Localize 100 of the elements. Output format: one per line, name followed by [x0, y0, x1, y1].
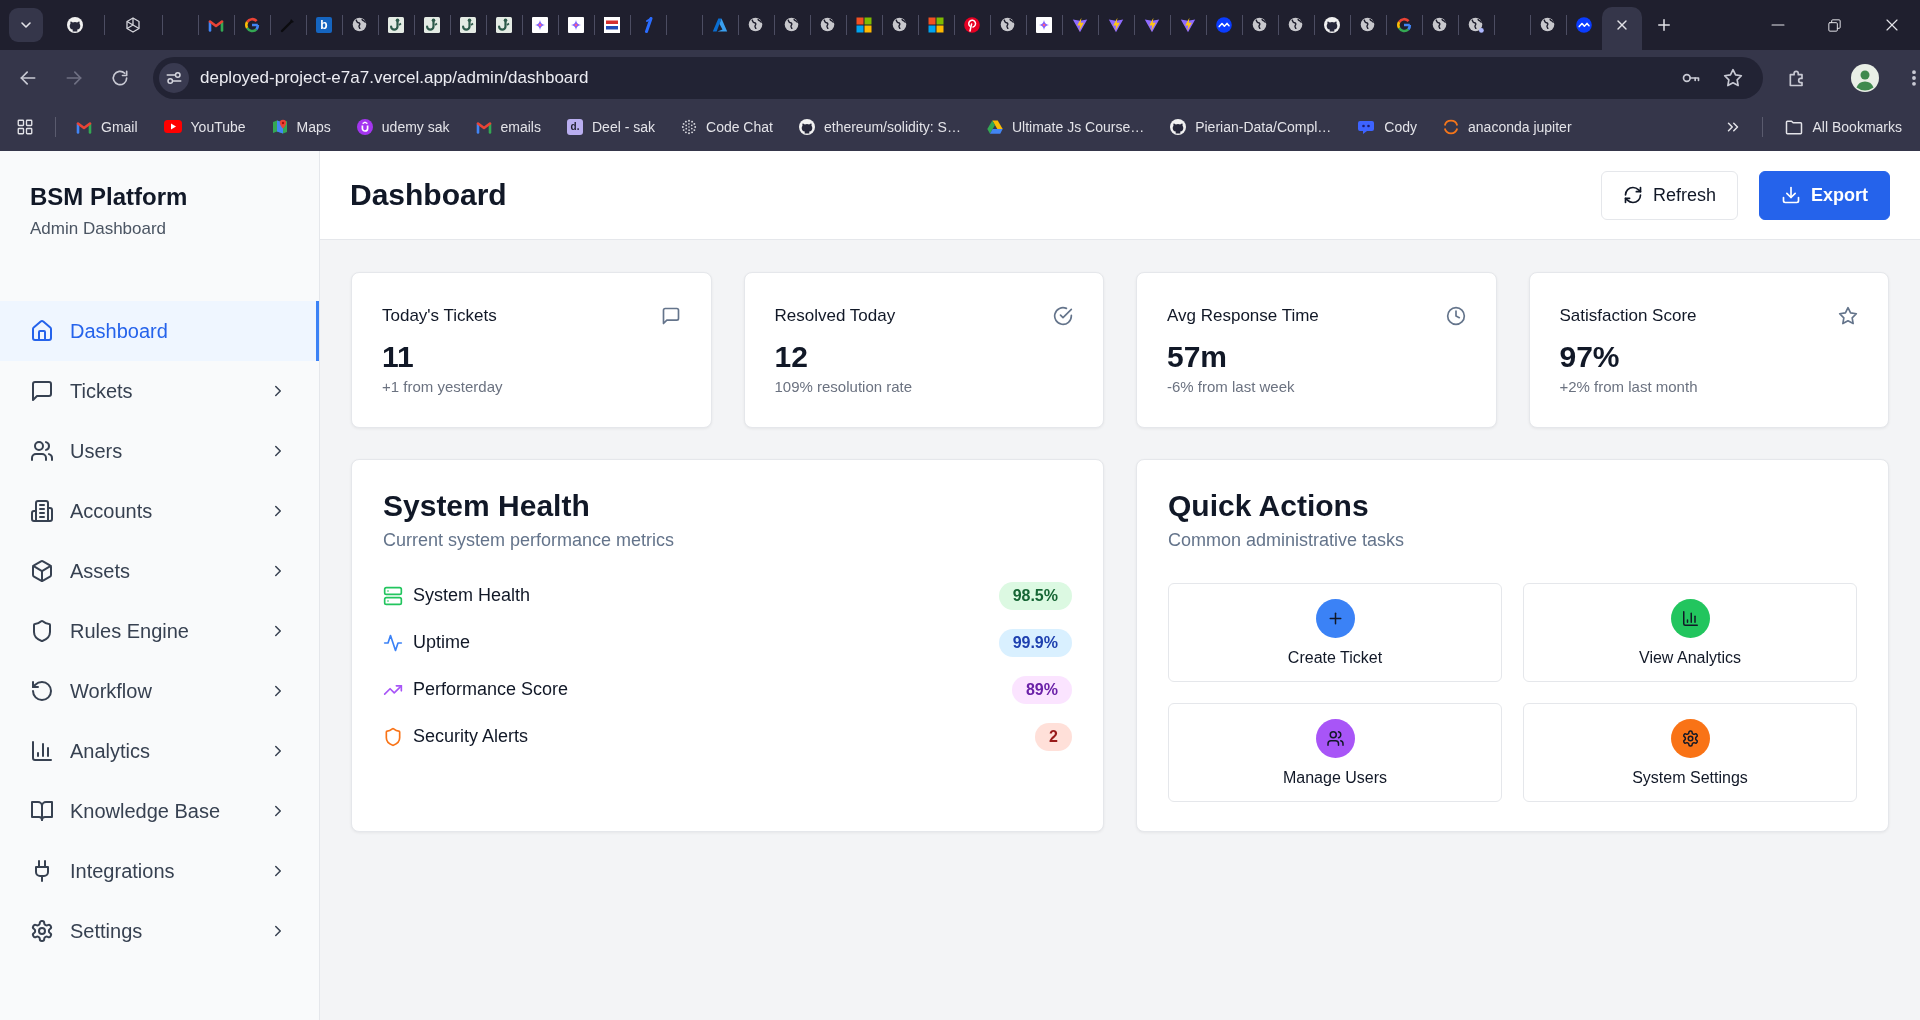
action-tile[interactable]: View Analytics	[1523, 583, 1857, 682]
nav-item[interactable]: Accounts	[0, 481, 319, 541]
settings-icon	[30, 919, 54, 943]
panel-subtitle: Current system performance metrics	[383, 529, 676, 552]
stat-note: 109% resolution rate	[774, 377, 914, 397]
nav-item[interactable]: Tickets	[0, 361, 319, 421]
download-icon	[1781, 185, 1801, 205]
stat-title: Satisfaction Score	[1559, 306, 1697, 326]
wave-circle-icon	[1216, 17, 1232, 33]
nav-item[interactable]: Dashboard	[0, 301, 319, 361]
building-icon	[30, 499, 54, 523]
map-pin-icon	[271, 118, 288, 135]
metric-label: Security Alerts	[413, 726, 530, 747]
peak-icon	[712, 17, 728, 33]
tab-search-button[interactable]	[9, 8, 43, 42]
globe-icon	[1360, 17, 1376, 33]
book-icon	[30, 799, 54, 823]
star-icon[interactable]	[1723, 68, 1743, 88]
bookmark[interactable]: d. Deel - sak	[559, 110, 663, 143]
pin-circle-icon	[964, 17, 980, 33]
wave-circle-icon	[1576, 17, 1592, 33]
chat-bubble-icon	[30, 379, 54, 403]
nav-item[interactable]: Analytics	[0, 721, 319, 781]
bookmark[interactable]: Cody	[1349, 110, 1426, 143]
bookmark[interactable]: Maps	[263, 110, 339, 143]
back-icon[interactable]	[18, 68, 38, 88]
chat-bubble-icon	[1357, 118, 1376, 135]
apps-grid-icon[interactable]	[16, 117, 34, 136]
nav-item[interactable]: Settings	[0, 901, 319, 961]
brand-name: BSM Platform	[30, 182, 189, 212]
sparkle-icon	[568, 17, 584, 33]
stat-note: +2% from last month	[1559, 377, 1699, 397]
reload-icon[interactable]	[110, 68, 130, 88]
refresh-button[interactable]: Refresh	[1600, 170, 1738, 220]
home-icon	[30, 319, 54, 343]
clock-icon	[1445, 306, 1466, 326]
play-icon	[163, 120, 182, 133]
status-badge: 98.5%	[998, 581, 1072, 610]
bookmark[interactable]: anaconda jupiter	[1435, 110, 1580, 143]
nav-item[interactable]: Workflow	[0, 661, 319, 721]
hook-icon	[388, 17, 404, 33]
avatar-icon[interactable]	[1851, 64, 1879, 92]
striped-tile-icon	[604, 17, 620, 33]
nav-item[interactable]: Integrations	[0, 841, 319, 901]
cat-circle-icon	[1170, 118, 1187, 135]
bolt-icon	[1072, 17, 1088, 33]
globe-icon	[892, 17, 908, 33]
action-tile[interactable]: Create Ticket	[1168, 583, 1502, 682]
address-bar[interactable]: deployed-project-e7a7.vercel.app/admin/dashboard	[153, 57, 1763, 99]
all-bookmarks-button[interactable]: All Bookmarks	[1775, 110, 1910, 143]
status-badge: 2	[1035, 722, 1072, 751]
stat-note: +1 from yesterday	[382, 377, 504, 397]
globe-icon	[748, 17, 764, 33]
bolt-icon	[1180, 17, 1196, 33]
rotate-icon	[30, 679, 54, 703]
stat-title: Avg Response Time	[1167, 306, 1319, 326]
globe-icon	[352, 17, 368, 33]
four-squares-icon	[856, 17, 872, 33]
stat-title: Resolved Today	[774, 306, 896, 326]
split-ring-icon	[1443, 118, 1460, 135]
plus-icon[interactable]	[1655, 16, 1673, 34]
metric-label: Performance Score	[413, 679, 570, 700]
action-tile[interactable]: System Settings	[1523, 703, 1857, 802]
nav-item[interactable]: Assets	[0, 541, 319, 601]
stat-value: 11	[382, 340, 415, 374]
action-tile[interactable]: Manage Users	[1168, 703, 1502, 802]
star-icon	[1838, 306, 1858, 326]
export-button[interactable]: Export	[1759, 170, 1890, 220]
nav-item[interactable]: Users	[0, 421, 319, 481]
bookmark[interactable]: YouTube	[155, 110, 254, 143]
bolt-icon	[1108, 17, 1124, 33]
bookmark[interactable]: Code Chat	[673, 110, 781, 143]
hook-icon	[460, 17, 476, 33]
segmented-ring-icon	[244, 17, 260, 33]
bookmark[interactable]: Pierian-Data/Compl…	[1162, 110, 1340, 143]
bookmark[interactable]: emails	[467, 110, 549, 143]
nav-item[interactable]: Rules Engine	[0, 601, 319, 661]
chat-bubble-icon	[660, 306, 681, 326]
hook-icon	[424, 17, 440, 33]
users-icon	[30, 439, 54, 463]
bookmark[interactable]: Gmail	[68, 110, 146, 143]
stat-value: 57m	[1167, 340, 1229, 374]
bookmark[interactable]: Ultimate Js Course…	[978, 110, 1153, 143]
browser-tab[interactable]: b	[306, 0, 342, 50]
panel-title: Quick Actions	[1168, 488, 1370, 524]
pen-icon	[280, 17, 296, 33]
nav-item[interactable]: Knowledge Base	[0, 781, 319, 841]
letter-tile: b	[316, 17, 332, 33]
refresh-icon	[1622, 185, 1643, 205]
panel-subtitle: Common administrative tasks	[1168, 529, 1406, 552]
metric-label: System Health	[413, 585, 532, 606]
restore-icon[interactable]	[1826, 16, 1843, 34]
stat-value: 97%	[1559, 340, 1621, 374]
brand-subtitle: Admin Dashboard	[30, 218, 168, 240]
panel-title: System Health	[383, 488, 591, 524]
bookmark[interactable]: ethereum/solidity: S…	[790, 110, 969, 143]
server-icon	[383, 585, 403, 606]
bookmark[interactable]: udemy sak	[348, 110, 458, 143]
globe-icon	[820, 17, 836, 33]
site-settings-icon[interactable]	[159, 63, 189, 93]
